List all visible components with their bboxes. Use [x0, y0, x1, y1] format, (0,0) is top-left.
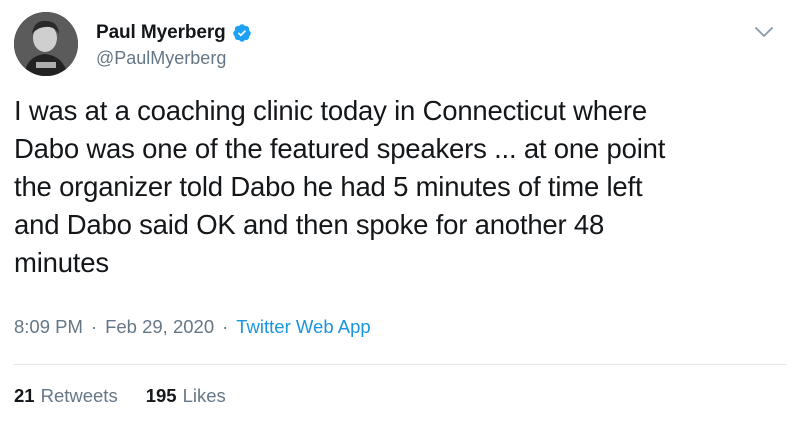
- tweet-meta: 8:09 PM · Feb 29, 2020 · Twitter Web App: [14, 316, 371, 338]
- avatar[interactable]: [14, 12, 78, 76]
- likes-stat[interactable]: 195 Likes: [146, 385, 226, 407]
- tweet-date[interactable]: Feb 29, 2020: [105, 316, 214, 338]
- retweets-count: 21: [14, 385, 35, 406]
- likes-label: Likes: [182, 385, 226, 406]
- tweet-source-link[interactable]: Twitter Web App: [236, 316, 370, 338]
- tweet-stats: 21 Retweets 195 Likes: [14, 385, 226, 407]
- display-name[interactable]: Paul Myerberg: [96, 22, 226, 44]
- tweet-time[interactable]: 8:09 PM: [14, 316, 83, 338]
- divider: [14, 364, 786, 365]
- name-row: Paul Myerberg: [96, 22, 252, 44]
- retweets-label: Retweets: [40, 385, 118, 406]
- chevron-down-icon[interactable]: [752, 20, 776, 44]
- verified-badge-icon: [232, 24, 251, 42]
- likes-count: 195: [145, 385, 177, 406]
- tweet-card: Paul Myerberg @PaulMyerberg I was at a c…: [0, 0, 800, 429]
- avatar-image: [14, 12, 78, 76]
- tweet-header: Paul Myerberg @PaulMyerberg: [14, 12, 786, 76]
- user-names: Paul Myerberg @PaulMyerberg: [96, 22, 252, 69]
- meta-separator: ·: [222, 316, 229, 337]
- meta-separator: ·: [90, 316, 98, 337]
- retweets-stat[interactable]: 21 Retweets: [14, 385, 118, 407]
- tweet-text: I was at a coaching clinic today in Conn…: [14, 95, 666, 278]
- user-handle[interactable]: @PaulMyerberg: [96, 48, 252, 69]
